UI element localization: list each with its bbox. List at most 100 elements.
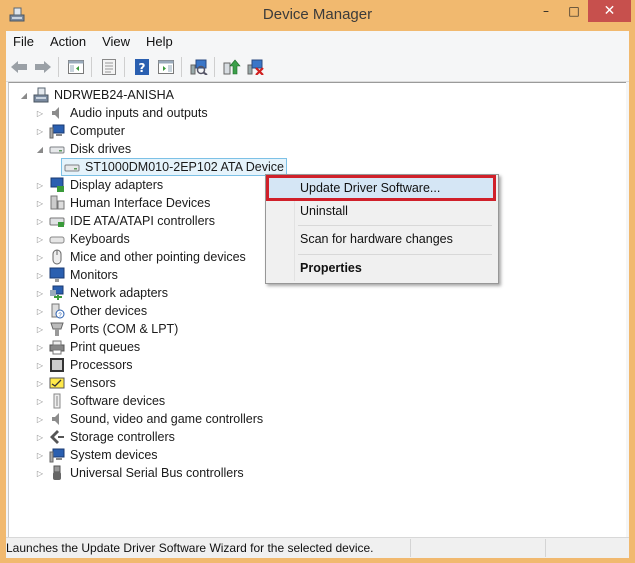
tree-category[interactable]: ▷ System devices: [35, 446, 158, 464]
close-button[interactable]: ✕: [588, 0, 631, 22]
tree-category[interactable]: ▷ Keyboards: [35, 230, 130, 248]
expand-arrow-icon[interactable]: ▷: [35, 216, 45, 226]
tree-category[interactable]: ▷ IDE ATA/ATAPI controllers: [35, 212, 215, 230]
tree-category-label: Ports (COM & LPT): [70, 322, 179, 336]
expand-arrow-icon[interactable]: ▷: [35, 126, 45, 136]
show-hide-console-tree-button[interactable]: [65, 56, 87, 78]
tree-category[interactable]: ▷ Ports (COM & LPT): [35, 320, 178, 338]
computer-root-icon: [33, 87, 49, 103]
tree-category[interactable]: ▷ Computer: [35, 122, 125, 140]
expand-arrow-icon[interactable]: ▷: [35, 288, 45, 298]
menu-action[interactable]: Action: [43, 34, 95, 49]
tree-category[interactable]: ▷ Storage controllers: [35, 428, 175, 446]
back-arrow-icon: [11, 61, 27, 73]
toolbar-separator: [91, 57, 92, 77]
menu-item-scan-hardware[interactable]: Scan for hardware changes: [268, 228, 494, 250]
scan-hardware-icon: [190, 59, 208, 75]
context-menu: Update Driver Software... Uninstall Scan…: [265, 174, 499, 284]
maximize-button[interactable]: □: [560, 0, 588, 22]
tree-root[interactable]: ◢ NDRWEB24-ANISHA: [19, 86, 174, 104]
expand-arrow-icon[interactable]: ▷: [35, 234, 45, 244]
system-device-icon: [49, 448, 65, 463]
tree-category-label: Disk drives: [70, 142, 132, 156]
tree-category-label: Storage controllers: [70, 430, 175, 444]
tree-device-item[interactable]: ST1000DM010-2EP102 ATA Device: [61, 158, 287, 176]
menu-bar: File Action View Help: [6, 31, 629, 52]
menu-view[interactable]: View: [95, 34, 139, 49]
expand-arrow-icon[interactable]: ▷: [35, 198, 45, 208]
expand-arrow-icon[interactable]: ▷: [35, 324, 45, 334]
update-driver-button[interactable]: [221, 56, 243, 78]
monitor-icon: [49, 267, 65, 282]
expand-arrow-icon[interactable]: ▷: [35, 306, 45, 316]
collapse-arrow-icon[interactable]: ◢: [35, 144, 45, 154]
device-manager-window: Device Manager – □ ✕ File Action View He…: [0, 0, 635, 563]
show-hide-console-tree-icon: [68, 60, 84, 74]
tree-category[interactable]: ▷ Display adapters: [35, 176, 163, 194]
menu-separator: [298, 225, 492, 226]
properties-button[interactable]: [98, 56, 120, 78]
tree-category[interactable]: ▷ Sensors: [35, 374, 116, 392]
menu-item-label: Update Driver Software...: [300, 181, 441, 195]
expand-arrow-icon[interactable]: ▷: [35, 270, 45, 280]
menu-item-properties[interactable]: Properties: [268, 257, 494, 279]
tree-category[interactable]: ▷? Other devices: [35, 302, 147, 320]
uninstall-device-button[interactable]: [245, 56, 267, 78]
scan-hardware-button[interactable]: [188, 56, 210, 78]
minimize-button[interactable]: –: [533, 0, 559, 22]
tree-category[interactable]: ▷ Audio inputs and outputs: [35, 104, 208, 122]
title-bar[interactable]: Device Manager – □ ✕: [0, 0, 635, 31]
tree-category[interactable]: ▷ Mice and other pointing devices: [35, 248, 246, 266]
menu-item-uninstall[interactable]: Uninstall: [268, 200, 494, 222]
expand-arrow-icon[interactable]: ▷: [35, 180, 45, 190]
toolbar-separator: [181, 57, 182, 77]
expand-arrow-icon[interactable]: ▷: [35, 342, 45, 352]
display-adapter-icon: [50, 177, 64, 192]
collapse-arrow-icon[interactable]: ◢: [19, 90, 29, 100]
forward-arrow-icon: [35, 61, 51, 73]
menu-item-label: Uninstall: [300, 204, 348, 218]
expand-arrow-icon[interactable]: ▷: [35, 414, 45, 424]
device-tree[interactable]: ◢ NDRWEB24-ANISHA ▷ Audio inputs and outp…: [8, 82, 626, 537]
tree-category[interactable]: ▷ Software devices: [35, 392, 165, 410]
forward-button[interactable]: [32, 56, 54, 78]
tree-category-label: Mice and other pointing devices: [70, 250, 246, 264]
tree-category[interactable]: ▷ Human Interface Devices: [35, 194, 210, 212]
hid-icon: [50, 195, 65, 210]
mouse-icon: [52, 249, 62, 265]
expand-arrow-icon[interactable]: ▷: [35, 432, 45, 442]
sensor-icon: [49, 377, 65, 389]
expand-arrow-icon[interactable]: ▷: [35, 252, 45, 262]
expand-arrow-icon[interactable]: ▷: [35, 468, 45, 478]
tree-category[interactable]: ▷ Monitors: [35, 266, 118, 284]
tree-category-label: Print queues: [70, 340, 141, 354]
computer-icon: [49, 124, 65, 139]
processor-icon: [50, 358, 64, 372]
expand-arrow-icon[interactable]: ▷: [35, 378, 45, 388]
tree-category[interactable]: ▷ Print queues: [35, 338, 140, 356]
tree-category[interactable]: ▷ Processors: [35, 356, 133, 374]
expand-arrow-icon[interactable]: ▷: [35, 360, 45, 370]
expand-arrow-icon[interactable]: ▷: [35, 450, 45, 460]
tree-category[interactable]: ◢ Disk drives: [35, 140, 131, 158]
menu-help[interactable]: Help: [139, 34, 182, 49]
menu-file[interactable]: File: [6, 34, 43, 49]
back-button[interactable]: [8, 56, 30, 78]
show-action-pane-button[interactable]: [155, 56, 177, 78]
expand-arrow-icon[interactable]: ▷: [35, 396, 45, 406]
tree-category-label: Other devices: [70, 304, 148, 318]
uninstall-device-icon: [247, 59, 264, 75]
tree-category[interactable]: ▷ Universal Serial Bus controllers: [35, 464, 244, 482]
tree-category[interactable]: ▷ Network adapters: [35, 284, 168, 302]
help-button[interactable]: ?: [131, 56, 153, 78]
menu-item-update-driver[interactable]: Update Driver Software...: [266, 175, 496, 201]
expand-arrow-icon[interactable]: ▷: [35, 108, 45, 118]
tree-category-label: System devices: [70, 448, 158, 462]
update-driver-icon: [223, 59, 241, 75]
tree-category-label: Human Interface Devices: [70, 196, 211, 210]
menu-item-label: Scan for hardware changes: [300, 232, 453, 246]
port-icon: [50, 322, 64, 336]
selected-device[interactable]: ST1000DM010-2EP102 ATA Device: [61, 158, 287, 176]
menu-item-label: Properties: [300, 261, 362, 275]
tree-category[interactable]: ▷ Sound, video and game controllers: [35, 410, 263, 428]
